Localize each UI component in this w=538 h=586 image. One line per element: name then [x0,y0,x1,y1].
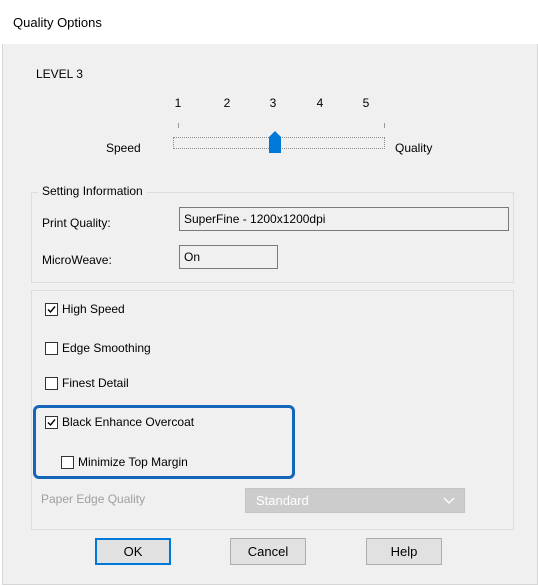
edge-smoothing-checkbox[interactable]: Edge Smoothing [45,341,151,355]
level-label: LEVEL 3 [36,67,83,81]
tick-label-2: 2 [223,96,231,110]
checkbox-box[interactable] [45,341,58,355]
finest-detail-checkbox[interactable]: Finest Detail [45,376,129,390]
checkbox-box[interactable] [45,415,58,429]
minimize-top-margin-checkbox[interactable]: Minimize Top Margin [61,455,188,469]
checkbox-box[interactable] [45,302,58,316]
check-icon [47,305,56,313]
tick-mark-5 [384,123,385,128]
paper-edge-quality-label: Paper Edge Quality [41,492,146,506]
minimize-top-margin-label: Minimize Top Margin [78,455,188,469]
paper-edge-quality-select[interactable]: Standard [245,488,465,513]
tick-mark-1 [178,123,179,128]
checkbox-box[interactable] [45,376,58,390]
finest-detail-label: Finest Detail [62,376,129,390]
microweave-field: On [179,245,278,269]
quality-slider-thumb[interactable] [269,131,281,153]
speed-label: Speed [106,141,141,155]
chevron-down-icon [443,497,455,504]
setting-information-legend: Setting Information [38,184,147,198]
quality-label: Quality [395,141,433,155]
high-speed-label: High Speed [62,302,125,316]
slider-thumb-icon [269,131,281,153]
black-enhance-overcoat-checkbox[interactable]: Black Enhance Overcoat [45,415,194,429]
tick-label-4: 4 [316,96,324,110]
tick-label-5: 5 [362,96,370,110]
edge-smoothing-label: Edge Smoothing [62,341,151,355]
microweave-label: MicroWeave: [42,253,112,267]
print-quality-field: SuperFine - 1200x1200dpi [179,207,509,231]
window-title: Quality Options [13,15,102,30]
high-speed-checkbox[interactable]: High Speed [45,302,125,316]
cancel-button[interactable]: Cancel [230,538,306,565]
setting-information-group [31,192,514,283]
black-enhance-overcoat-label: Black Enhance Overcoat [62,415,195,429]
ok-button[interactable]: OK [95,538,171,565]
tick-label-3: 3 [269,96,277,110]
tick-label-1: 1 [174,96,182,110]
title-bar: Quality Options [0,0,538,44]
print-quality-label: Print Quality: [42,216,111,230]
help-button[interactable]: Help [366,538,442,565]
paper-edge-quality-value: Standard [256,493,309,508]
checkbox-box[interactable] [61,455,74,469]
check-icon [47,418,56,426]
